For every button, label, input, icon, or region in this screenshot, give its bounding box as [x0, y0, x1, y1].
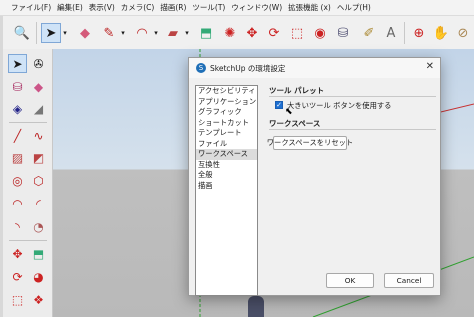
freehand-icon[interactable]: ∿	[29, 126, 48, 145]
scale-icon[interactable]: ⬚	[287, 23, 307, 43]
offset-icon[interactable]: ◉	[310, 23, 330, 43]
arc-icon[interactable]: ◠	[8, 194, 27, 213]
category-list[interactable]: アクセシビリティ アプリケーション グラフィック ショートカット テンプレート …	[195, 85, 258, 296]
pencil-icon[interactable]: ✎	[99, 23, 119, 43]
section-divider	[269, 129, 436, 130]
pie-icon[interactable]: ◔	[29, 217, 48, 236]
reset-workspace-button[interactable]: ワークスペースをリセット	[267, 136, 353, 150]
scale-icon[interactable]: ⬚	[8, 290, 27, 309]
close-icon[interactable]: ✕	[426, 61, 434, 72]
pushpull-icon[interactable]: ⬒	[29, 244, 48, 263]
select-dropdown-icon[interactable]: ▾	[61, 23, 69, 43]
category-item[interactable]: テンプレート	[196, 128, 257, 139]
circle-icon[interactable]: ◎	[8, 171, 27, 190]
menu-camera[interactable]: カメラ(C)	[118, 2, 158, 13]
eraser-icon[interactable]: ◆	[29, 77, 48, 96]
select-icon[interactable]: ➤	[41, 23, 61, 43]
category-item[interactable]: 全般	[196, 170, 257, 181]
preferences-dialog: S SketchUp の環境設定 ✕ アクセシビリティ アプリケーション グラフ…	[188, 57, 441, 296]
tool-palette-heading: ツール パレット	[269, 86, 325, 95]
menu-window[interactable]: ウィンドウ(W)	[228, 2, 285, 13]
menu-edit[interactable]: 編集(E)	[54, 2, 86, 13]
rotate-icon[interactable]: ⟳	[8, 267, 27, 286]
category-item[interactable]: 描画	[196, 181, 257, 192]
category-item-selected[interactable]: ワークスペース	[196, 149, 257, 160]
line-dropdown-icon[interactable]: ▾	[119, 23, 127, 43]
shape-dropdown-icon[interactable]: ▾	[183, 23, 191, 43]
mouse-cursor-icon: ⬉	[285, 107, 293, 117]
pan-icon[interactable]: ✋	[431, 23, 451, 43]
large-buttons-label[interactable]: 大きいツール ボタンを使用する	[287, 101, 391, 111]
tag-icon[interactable]: ◢	[29, 99, 48, 118]
menu-help[interactable]: ヘルプ(H)	[334, 2, 374, 13]
menu-tools[interactable]: ツール(T)	[189, 2, 228, 13]
large-buttons-checkbox[interactable]: ✓	[275, 101, 283, 109]
move-icon[interactable]: ✥	[8, 244, 27, 263]
rectangle-icon[interactable]: ▨	[8, 148, 27, 167]
menu-draw[interactable]: 描画(R)	[157, 2, 189, 13]
ok-button[interactable]: OK	[326, 273, 374, 288]
menu-view[interactable]: 表示(V)	[86, 2, 118, 13]
three-point-arc-icon[interactable]: ◝	[8, 217, 27, 236]
category-item[interactable]: ショートカット	[196, 118, 257, 129]
main-toolbar: 🔍 ➤ ▾ ◆ ✎ ▾ ◠ ▾ ▰ ▾ ⬒ ✺ ✥ ⟳ ⬚ ◉ ⛁ ✐ A ⊕ …	[3, 16, 474, 50]
menu-extensions[interactable]: 拡張機能 (x)	[285, 2, 334, 13]
arc-dropdown-icon[interactable]: ▾	[152, 23, 160, 43]
polygon-icon[interactable]: ⬡	[29, 171, 48, 190]
sketchup-logo-icon: S	[196, 63, 206, 73]
follow-me-icon[interactable]: ✺	[220, 23, 240, 43]
rectangle-icon[interactable]: ▰	[163, 23, 183, 43]
category-item[interactable]: ファイル	[196, 139, 257, 150]
category-item[interactable]: 互換性	[196, 160, 257, 171]
category-item[interactable]: アクセシビリティ	[196, 86, 257, 97]
two-point-arc-icon[interactable]: ◜	[29, 194, 48, 213]
zoom-icon[interactable]: 🔍	[12, 23, 32, 43]
section-divider	[269, 96, 436, 97]
orbit-icon[interactable]: ⊕	[409, 23, 429, 43]
eraser-icon[interactable]: ◆	[75, 23, 95, 43]
text-icon[interactable]: A	[381, 23, 401, 43]
paint-bucket-icon[interactable]: ⛁	[333, 23, 353, 43]
menu-file[interactable]: ファイル(F)	[8, 2, 54, 13]
palette-separator	[9, 240, 47, 241]
toolbar-separator	[36, 22, 37, 44]
line-icon[interactable]: ╱	[8, 126, 27, 145]
category-item[interactable]: アプリケーション	[196, 97, 257, 108]
cancel-button[interactable]: Cancel	[384, 273, 434, 288]
paint-bucket-icon[interactable]: ⛁	[8, 77, 27, 96]
tape-measure-icon[interactable]: ✐	[359, 23, 379, 43]
tool-palette: ➤ ✇ ⛁ ◆ ◈ ◢ ╱ ∿ ▨ ◩ ◎ ⬡ ◠ ◜ ◝ ◔ ✥ ⬒ ⟳ ◕ …	[3, 49, 53, 317]
dialog-titlebar[interactable]: S SketchUp の環境設定 ✕	[189, 58, 440, 78]
workspace-heading: ワークスペース	[269, 119, 321, 128]
palette-separator	[9, 122, 47, 123]
menu-bar: ファイル(F) 編集(E) 表示(V) カメラ(C) 描画(R) ツール(T) …	[0, 0, 474, 16]
select-icon[interactable]: ➤	[8, 54, 27, 73]
pushpull-icon[interactable]: ⬒	[196, 23, 216, 43]
rotated-rectangle-icon[interactable]: ◩	[29, 148, 48, 167]
category-item[interactable]: グラフィック	[196, 107, 257, 118]
lasso-icon[interactable]: ✇	[29, 54, 48, 73]
component-icon[interactable]: ◈	[8, 99, 27, 118]
offset-icon[interactable]: ❖	[29, 290, 48, 309]
move-icon[interactable]: ✥	[242, 23, 262, 43]
toolbar-separator	[404, 22, 405, 44]
arc-icon[interactable]: ◠	[132, 23, 152, 43]
walk-icon[interactable]: ⊘	[453, 23, 473, 43]
follow-me-icon[interactable]: ◕	[29, 267, 48, 286]
dialog-title: SketchUp の環境設定	[210, 64, 286, 73]
scale-figure	[248, 296, 264, 317]
rotate-icon[interactable]: ⟳	[264, 23, 284, 43]
